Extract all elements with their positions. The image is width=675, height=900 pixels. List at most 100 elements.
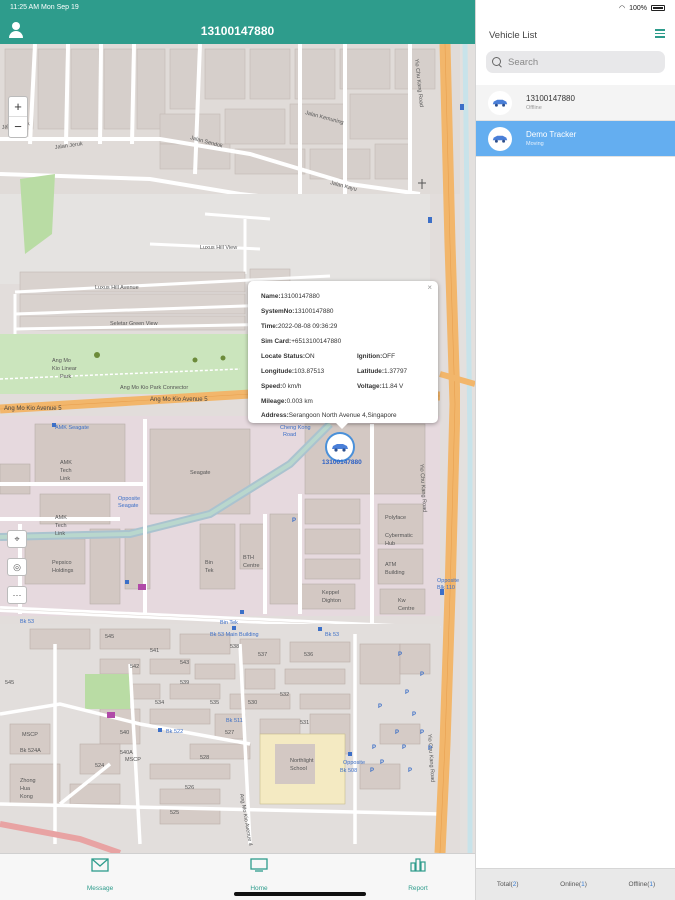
popup-speed-label: Speed: <box>261 383 283 390</box>
svg-text:P: P <box>378 704 382 710</box>
popup-status-row: Locate Status:ON Ignition:OFF <box>261 349 428 364</box>
svg-text:541: 541 <box>150 648 159 654</box>
popup-time-label: Time: <box>261 323 278 330</box>
zoom-out-button[interactable]: − <box>9 117 27 137</box>
svg-text:Park: Park <box>60 374 72 380</box>
popup-name-value: 13100147880 <box>280 293 320 300</box>
vehicle-list-panel: Vehicle List 13100147880 Offline <box>475 0 675 900</box>
status-indicators: ◠ 100% <box>619 4 665 12</box>
tab-message[interactable]: Message <box>70 858 130 892</box>
stat-total[interactable]: Total(2) <box>497 881 519 888</box>
svg-text:MSCP: MSCP <box>22 732 38 738</box>
search-input[interactable] <box>508 56 658 68</box>
popup-mileage-value: 0.003 km <box>286 398 313 405</box>
svg-text:P: P <box>395 730 399 736</box>
svg-text:530: 530 <box>248 700 257 706</box>
svg-text:540: 540 <box>120 730 129 736</box>
svg-text:535: 535 <box>210 700 219 706</box>
tab-report-label: Report <box>408 885 428 892</box>
vehicle-stats-bar: Total(2) Online(1) Offline(1) <box>476 868 675 900</box>
search-icon <box>492 57 502 67</box>
zoom-in-button[interactable]: + <box>9 97 27 117</box>
svg-text:Ang Mo Kio Avenue 5: Ang Mo Kio Avenue 5 <box>4 406 62 412</box>
svg-text:Tech: Tech <box>55 523 67 529</box>
svg-text:Opposite: Opposite <box>343 760 365 766</box>
popup-address-row: Address:Serangoon North Avenue 4,Singapo… <box>261 411 428 421</box>
svg-text:545: 545 <box>105 634 114 640</box>
svg-text:P: P <box>398 652 402 658</box>
svg-text:Seletar Green View: Seletar Green View <box>110 321 158 327</box>
map-canvas[interactable]: Jalan Jerak Jalan Jeruk Jalan Sendok Jal… <box>0 44 475 853</box>
svg-text:534: 534 <box>155 700 164 706</box>
popup-name-label: Name: <box>261 293 281 300</box>
svg-text:542: 542 <box>130 664 139 670</box>
map-panel: 13100147880 Jalan Jeruk Jalan Sendok Jal… <box>0 0 475 900</box>
vehicle-item[interactable]: 13100147880 Offline <box>476 85 675 121</box>
popup-speed-value: 0 km/h <box>282 383 302 390</box>
close-icon[interactable]: × <box>427 283 432 293</box>
svg-text:536: 536 <box>304 652 313 658</box>
svg-text:P: P <box>402 745 406 751</box>
svg-text:Polyface: Polyface <box>385 515 406 521</box>
svg-text:Ang Mo: Ang Mo <box>52 358 71 364</box>
svg-text:Opposite: Opposite <box>118 496 140 502</box>
svg-text:Kio Linear: Kio Linear <box>52 366 77 372</box>
map-view[interactable]: Jalan Jerak Jalan Jeruk Jalan Sendok Jal… <box>0 44 475 853</box>
menu-icon[interactable] <box>655 29 665 38</box>
svg-text:528: 528 <box>200 755 209 761</box>
monitor-icon <box>250 858 268 872</box>
svg-text:P: P <box>380 760 384 766</box>
svg-text:532: 532 <box>280 692 289 698</box>
bar-chart-icon <box>410 858 426 872</box>
popup-time-row: Time:2022-08-08 09:36:29 <box>261 319 428 334</box>
locate-icon[interactable]: ⌖ <box>7 530 27 548</box>
svg-text:Bin: Bin <box>205 560 213 566</box>
svg-text:Bk 508: Bk 508 <box>340 768 357 774</box>
svg-text:School: School <box>290 766 307 772</box>
svg-text:531: 531 <box>300 720 309 726</box>
stat-offline[interactable]: Offline(1) <box>629 881 656 888</box>
car-icon <box>488 126 512 151</box>
wifi-icon: ◠ <box>618 5 626 12</box>
svg-text:AMK: AMK <box>55 515 67 521</box>
svg-text:Bk 524A: Bk 524A <box>20 748 41 754</box>
tab-home[interactable]: Home <box>229 858 289 892</box>
popup-sim-value: +6513100147880 <box>291 338 342 345</box>
vehicle-name: 13100147880 <box>526 94 575 103</box>
tab-home-label: Home <box>250 885 268 892</box>
popup-locate-label: Locate Status: <box>261 353 306 360</box>
vehicle-name: Demo Tracker <box>526 130 577 139</box>
svg-text:P: P <box>420 730 424 736</box>
vehicle-list-title: Vehicle List <box>489 30 538 41</box>
svg-text:Link: Link <box>60 476 70 482</box>
home-indicator <box>234 892 366 896</box>
svg-text:P: P <box>370 768 374 774</box>
svg-text:Luxus Hill Avenue: Luxus Hill Avenue <box>95 285 139 291</box>
user-icon[interactable] <box>9 22 23 38</box>
battery-percent: 100% <box>629 4 647 12</box>
svg-text:AMK Seagate: AMK Seagate <box>55 425 89 431</box>
popup-ignition-value: OFF <box>382 353 395 360</box>
svg-text:537: 537 <box>258 652 267 658</box>
svg-text:Ang Mo Kio Park Connector: Ang Mo Kio Park Connector <box>120 385 188 391</box>
svg-text:Seagate: Seagate <box>190 470 211 476</box>
tab-report[interactable]: Report <box>388 858 448 892</box>
more-icon[interactable]: ⋯ <box>7 586 27 604</box>
zoom-control: + − <box>8 96 28 138</box>
svg-text:P: P <box>372 745 376 751</box>
popup-name-row: Name:13100147880 <box>261 289 428 304</box>
svg-text:Holdings: Holdings <box>52 568 74 574</box>
svg-text:Centre: Centre <box>243 563 260 569</box>
svg-text:545: 545 <box>5 680 14 686</box>
svg-text:539: 539 <box>180 680 189 686</box>
vehicle-item-selected[interactable]: Demo Tracker Moving <box>476 121 675 157</box>
svg-text:Tek: Tek <box>205 568 214 574</box>
svg-text:P: P <box>412 712 416 718</box>
popup-lat-value: 1.37797 <box>383 368 408 375</box>
vehicle-status: Moving <box>526 141 544 147</box>
battery-icon <box>651 5 665 11</box>
page-title: 13100147880 <box>200 24 275 38</box>
layers-icon[interactable]: ◎ <box>7 558 27 576</box>
stat-online[interactable]: Online(1) <box>560 881 587 888</box>
popup-address-value: Serangoon North Avenue 4,Singapore <box>288 412 397 419</box>
